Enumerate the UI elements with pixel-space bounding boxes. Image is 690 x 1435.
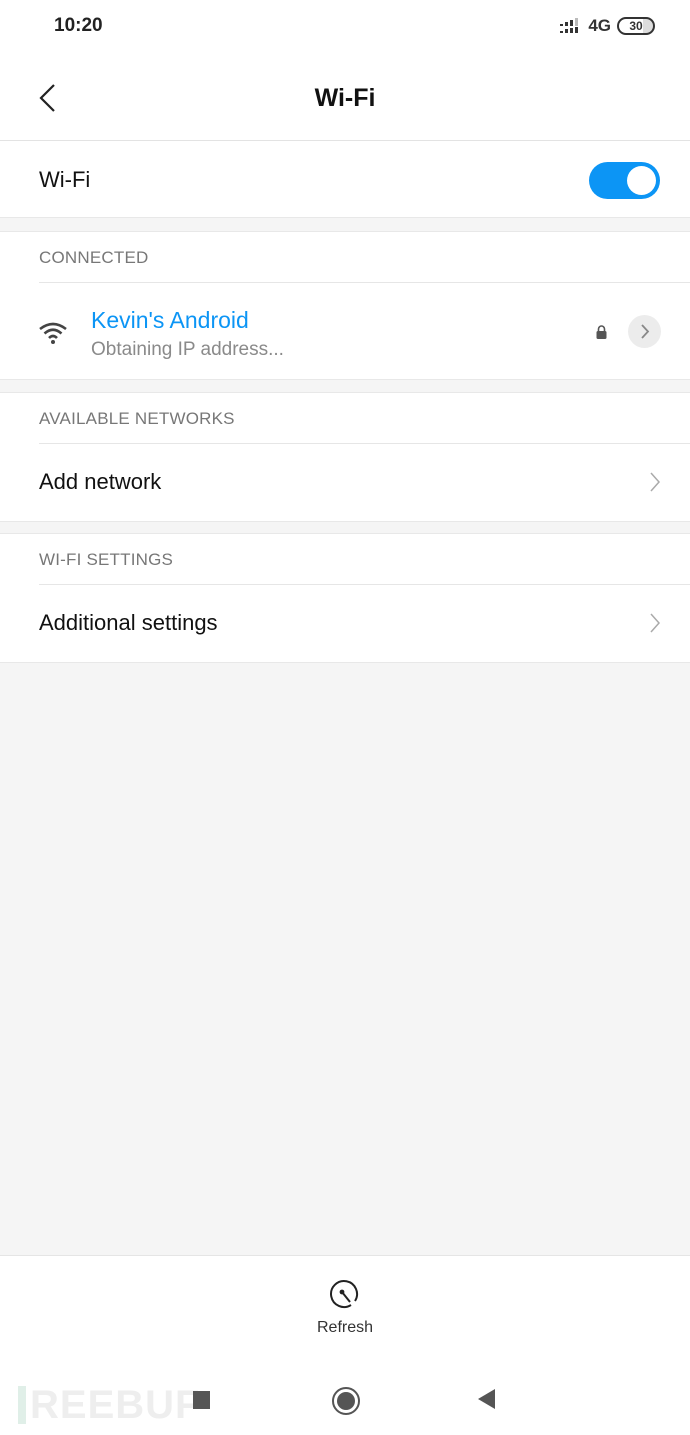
chevron-right-icon <box>641 324 650 339</box>
watermark-text: REEBUF <box>30 1383 201 1427</box>
network-type: 4G <box>588 16 611 35</box>
refresh-icon <box>330 1280 358 1308</box>
battery-icon: 30 <box>617 17 655 35</box>
section-title-available: AVAILABLE NETWORKS <box>39 409 235 428</box>
home-icon <box>337 1392 355 1410</box>
network-name: Kevin's Android <box>91 307 249 333</box>
nav-back-button[interactable] <box>478 1389 495 1409</box>
signal-icon <box>560 18 579 33</box>
available-networks-section: AVAILABLE NETWORKS Add network <box>0 392 690 522</box>
toggle-knob <box>627 166 656 195</box>
connected-network-row[interactable]: Kevin's Android Obtaining IP address... <box>0 283 690 379</box>
chevron-right-icon <box>650 472 661 492</box>
system-nav-bar: REEBUF <box>0 1366 690 1435</box>
wifi-signal-icon <box>39 322 67 344</box>
home-button[interactable] <box>332 1387 360 1415</box>
add-network-row[interactable]: Add network <box>0 444 690 521</box>
network-details-button[interactable] <box>628 315 661 348</box>
bottom-action-bar: Refresh <box>0 1255 690 1367</box>
page-title: Wi-Fi <box>314 84 376 112</box>
section-title-connected: CONNECTED <box>39 248 149 267</box>
wifi-toggle-row[interactable]: Wi-Fi <box>0 141 690 218</box>
status-icons: 4G 30 <box>560 16 655 36</box>
lock-icon <box>596 325 607 339</box>
clock: 10:20 <box>54 15 103 36</box>
add-network-label: Add network <box>39 469 162 494</box>
section-title-wifi-settings: WI-FI SETTINGS <box>39 550 174 569</box>
wifi-toggle-label: Wi-Fi <box>39 167 91 192</box>
refresh-label: Refresh <box>316 1319 374 1336</box>
chevron-right-icon <box>650 613 661 633</box>
connected-section: CONNECTED Kevin's Android Obtaining IP a… <box>0 231 690 380</box>
watermark-logo <box>18 1386 26 1424</box>
recents-button[interactable] <box>193 1391 210 1409</box>
refresh-button[interactable]: Refresh <box>300 1278 390 1348</box>
status-bar: 10:20 4G 30 <box>0 0 690 56</box>
additional-settings-row[interactable]: Additional settings <box>0 585 690 662</box>
wifi-settings-section: WI-FI SETTINGS Additional settings <box>0 533 690 663</box>
network-status: Obtaining IP address... <box>91 339 284 360</box>
app-header: Wi-Fi <box>0 56 690 141</box>
wifi-toggle-switch[interactable] <box>589 162 660 199</box>
additional-settings-label: Additional settings <box>39 610 218 635</box>
